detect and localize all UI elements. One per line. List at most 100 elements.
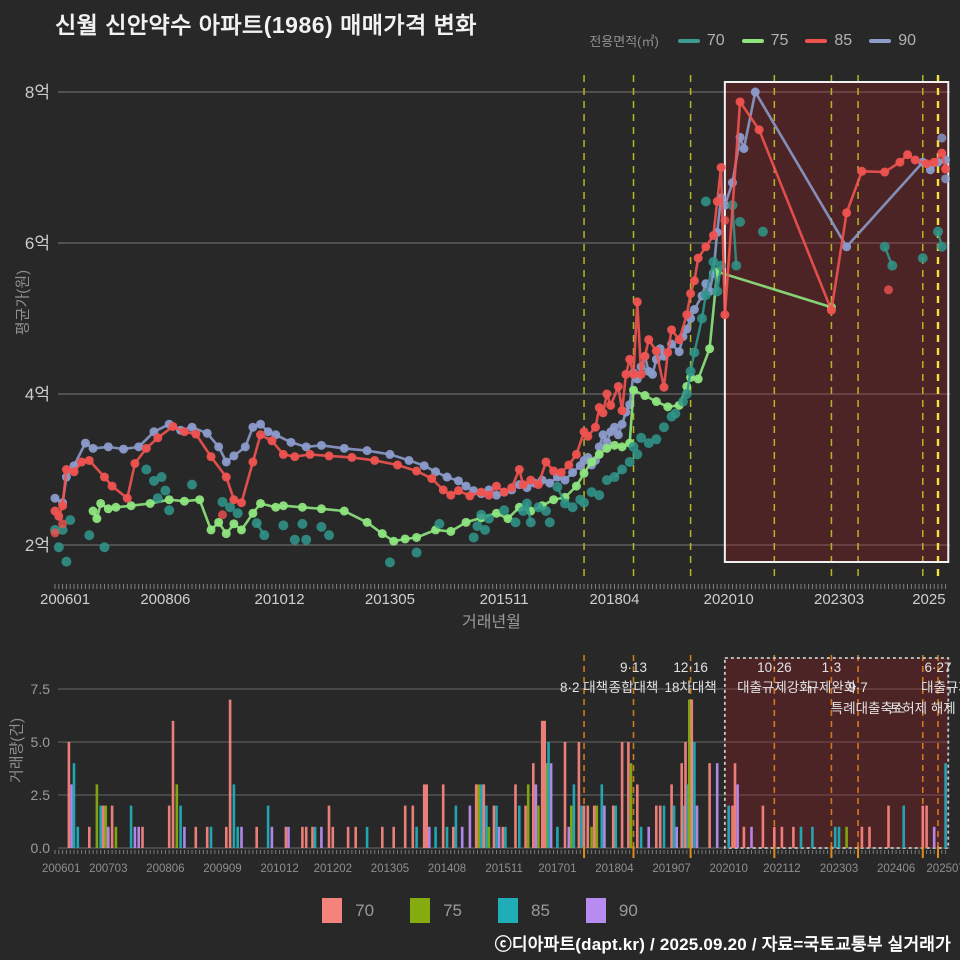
volume-bar-75[interactable] xyxy=(105,806,108,848)
volume-bar-75[interactable] xyxy=(596,806,599,848)
volume-bar-70[interactable] xyxy=(922,806,925,848)
volume-bar-85[interactable] xyxy=(446,827,449,848)
data-point[interactable] xyxy=(58,501,67,510)
data-point[interactable] xyxy=(541,506,551,516)
data-point[interactable] xyxy=(222,457,231,466)
volume-bar-85[interactable] xyxy=(233,784,236,848)
data-point[interactable] xyxy=(62,465,71,474)
data-point[interactable] xyxy=(606,401,615,410)
data-point[interactable] xyxy=(427,474,436,483)
data-point[interactable] xyxy=(594,490,604,500)
data-point[interactable] xyxy=(278,520,288,530)
volume-bar-90[interactable] xyxy=(271,827,274,848)
data-point[interactable] xyxy=(164,505,174,515)
data-point[interactable] xyxy=(675,335,684,344)
data-point[interactable] xyxy=(203,429,212,438)
data-point[interactable] xyxy=(712,286,722,296)
data-point[interactable] xyxy=(404,456,413,465)
data-point[interactable] xyxy=(651,434,661,444)
data-point[interactable] xyxy=(609,472,619,482)
data-point[interactable] xyxy=(248,509,257,518)
volume-bar-70[interactable] xyxy=(541,721,544,848)
data-point[interactable] xyxy=(446,527,455,536)
volume-bar-70[interactable] xyxy=(68,742,71,848)
volume-bar-70[interactable] xyxy=(88,827,91,848)
volume-bar-90[interactable] xyxy=(736,784,739,848)
volume-bar-85[interactable] xyxy=(944,763,947,848)
data-point[interactable] xyxy=(640,352,649,361)
volume-bar-85[interactable] xyxy=(727,806,730,848)
data-point[interactable] xyxy=(686,366,696,376)
data-point[interactable] xyxy=(412,548,422,558)
data-point[interactable] xyxy=(903,150,912,159)
volume-bar-70[interactable] xyxy=(423,784,426,848)
volume-bar-70[interactable] xyxy=(887,806,890,848)
data-point[interactable] xyxy=(549,495,558,504)
data-point[interactable] xyxy=(591,423,600,432)
data-point[interactable] xyxy=(434,519,444,529)
data-point[interactable] xyxy=(675,347,684,356)
data-point[interactable] xyxy=(248,457,257,466)
data-point[interactable] xyxy=(465,491,474,500)
data-point[interactable] xyxy=(682,389,692,399)
data-point[interactable] xyxy=(96,499,105,508)
data-point[interactable] xyxy=(316,522,326,532)
data-point[interactable] xyxy=(51,494,60,503)
data-point[interactable] xyxy=(739,144,748,153)
volume-bar-90[interactable] xyxy=(137,827,140,848)
data-point[interactable] xyxy=(758,227,768,237)
volume-bar-70[interactable] xyxy=(773,827,776,848)
data-point[interactable] xyxy=(142,444,151,453)
volume-bar-70[interactable] xyxy=(636,784,639,848)
data-point[interactable] xyxy=(484,514,494,524)
data-point[interactable] xyxy=(85,456,94,465)
volume-legend-item-75[interactable]: 75 xyxy=(410,898,462,923)
data-point[interactable] xyxy=(519,480,528,489)
volume-bar-70[interactable] xyxy=(475,784,478,848)
volume-bar-90[interactable] xyxy=(428,827,431,848)
volume-bar-70[interactable] xyxy=(670,784,673,848)
volume-bar-85[interactable] xyxy=(615,806,618,848)
data-point[interactable] xyxy=(412,467,421,476)
data-point[interactable] xyxy=(256,499,265,508)
volume-bar-90[interactable] xyxy=(675,827,678,848)
data-point[interactable] xyxy=(720,216,729,225)
data-point[interactable] xyxy=(157,472,167,482)
volume-bar-90[interactable] xyxy=(647,827,650,848)
data-point[interactable] xyxy=(462,482,471,491)
data-point[interactable] xyxy=(160,486,170,496)
data-point[interactable] xyxy=(880,242,890,252)
volume-bar-90[interactable] xyxy=(696,806,699,848)
data-point[interactable] xyxy=(153,433,162,442)
volume-bar-75[interactable] xyxy=(688,700,691,848)
data-point[interactable] xyxy=(469,532,479,542)
volume-bar-85[interactable] xyxy=(99,806,102,848)
data-point[interactable] xyxy=(259,530,269,540)
data-point[interactable] xyxy=(579,498,589,508)
data-point[interactable] xyxy=(271,503,280,512)
data-point[interactable] xyxy=(286,438,295,447)
data-point[interactable] xyxy=(911,155,920,164)
data-point[interactable] xyxy=(340,444,349,453)
data-point[interactable] xyxy=(324,530,334,540)
data-point[interactable] xyxy=(195,495,204,504)
volume-bar-70[interactable] xyxy=(861,827,864,848)
data-point[interactable] xyxy=(633,297,642,306)
data-point[interactable] xyxy=(690,305,699,314)
volume-bar-70[interactable] xyxy=(708,763,711,848)
volume-bar-75[interactable] xyxy=(630,763,633,848)
data-point[interactable] xyxy=(298,503,307,512)
data-point[interactable] xyxy=(290,452,299,461)
data-point[interactable] xyxy=(614,430,623,439)
volume-bar-85[interactable] xyxy=(73,763,76,848)
data-point[interactable] xyxy=(370,456,379,465)
data-point[interactable] xyxy=(180,497,189,506)
data-point[interactable] xyxy=(602,390,611,399)
data-point[interactable] xyxy=(937,242,947,252)
data-point[interactable] xyxy=(492,482,501,491)
data-point[interactable] xyxy=(363,518,372,527)
data-point[interactable] xyxy=(610,441,619,450)
volume-bar-90[interactable] xyxy=(603,806,606,848)
data-point[interactable] xyxy=(941,165,950,174)
data-point[interactable] xyxy=(104,442,113,451)
